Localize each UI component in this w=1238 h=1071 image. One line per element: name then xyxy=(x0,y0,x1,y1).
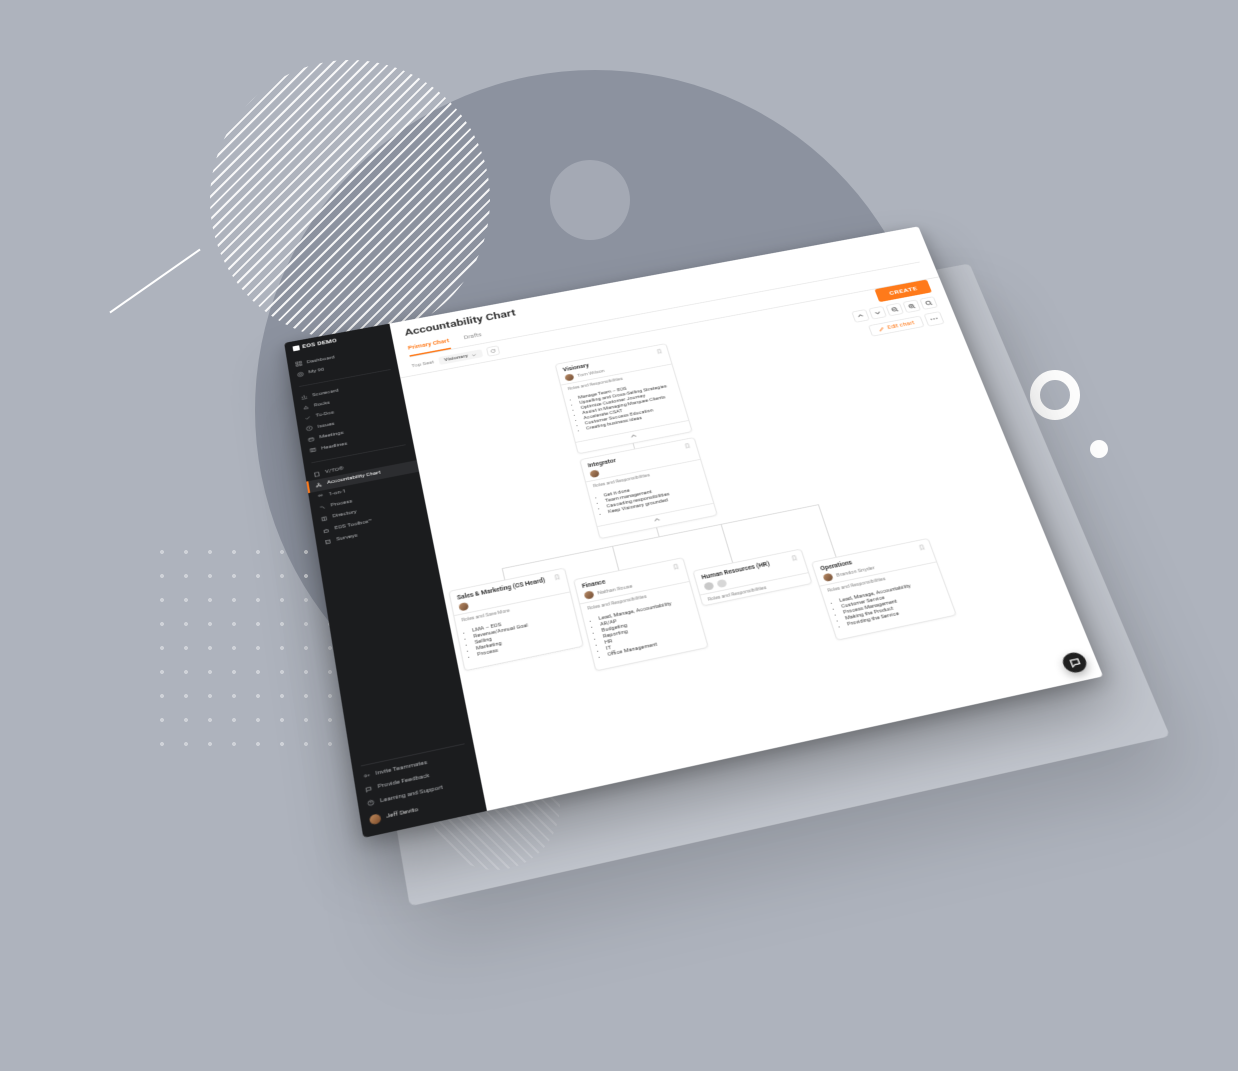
bookmark-icon[interactable] xyxy=(553,574,562,583)
user-name: Jeff Devito xyxy=(386,806,419,821)
collapse-up-button[interactable] xyxy=(851,309,870,323)
avatar xyxy=(703,582,714,591)
avatar xyxy=(589,469,600,478)
more-button[interactable] xyxy=(924,311,945,326)
edit-chart-button[interactable]: Edit chart xyxy=(868,316,924,337)
avatar xyxy=(822,573,833,582)
refresh-icon xyxy=(489,348,497,354)
avatar xyxy=(458,602,469,611)
connector xyxy=(502,568,506,580)
nav-label: My 90 xyxy=(308,367,325,376)
avatar xyxy=(369,813,382,825)
more-icon xyxy=(929,317,939,321)
org-icon xyxy=(315,482,323,489)
book-icon xyxy=(320,515,328,522)
toolbox-icon xyxy=(322,527,330,534)
nav-label: Headlines xyxy=(321,440,348,451)
chevron-up-icon xyxy=(652,516,662,524)
card-hr[interactable]: Human Resources (HR) Roles and Responsib… xyxy=(692,548,812,606)
chevron-down-icon xyxy=(470,352,477,357)
alert-icon xyxy=(306,425,314,431)
zoom-in-button[interactable] xyxy=(902,299,921,313)
bookmark-icon[interactable] xyxy=(655,348,663,356)
chevron-up-icon xyxy=(856,313,865,320)
people-icon xyxy=(317,493,325,500)
edit-label: Edit chart xyxy=(886,320,915,331)
card-visionary[interactable]: Visionary Tom Wilson Roles and Responsib… xyxy=(555,343,693,454)
nav-label: Surveys xyxy=(336,533,358,544)
chat-icon xyxy=(1067,657,1082,669)
card-integrator[interactable]: Integrator Roles and Responsibilities Ge… xyxy=(579,437,718,539)
avatar xyxy=(564,373,574,381)
avatar xyxy=(584,590,595,599)
check-icon xyxy=(304,415,312,421)
chat-fab[interactable] xyxy=(1060,651,1090,675)
chevron-up-icon xyxy=(629,433,638,440)
user-plus-icon xyxy=(362,772,371,780)
pencil-icon xyxy=(878,326,886,332)
refresh-button[interactable] xyxy=(486,345,500,356)
survey-icon xyxy=(324,538,332,545)
connector xyxy=(612,546,619,571)
filter-value: Visionary xyxy=(444,353,469,362)
card-operations[interactable]: Operations Brandon Snyder Roles and Resp… xyxy=(811,538,957,641)
comment-icon xyxy=(364,785,373,793)
zoom-fit-icon xyxy=(924,300,933,307)
calendar-icon xyxy=(307,436,315,443)
decor-ring xyxy=(1030,370,1080,420)
rocks-icon xyxy=(302,404,310,410)
card-sales-marketing[interactable]: Sales & Marketing (CS Heard) Roles and S… xyxy=(448,567,584,671)
zoom-out-icon xyxy=(890,306,899,313)
zoom-fit-button[interactable] xyxy=(919,296,938,310)
connector xyxy=(721,524,734,563)
decor-line xyxy=(109,249,200,314)
decor-dot xyxy=(1090,440,1108,458)
target-icon xyxy=(297,371,305,377)
flow-icon xyxy=(318,504,326,511)
filter-label: Top Seat xyxy=(411,360,434,369)
connector xyxy=(818,504,837,557)
card-finance[interactable]: Finance Nathan Rouse Roles and Responsib… xyxy=(573,557,709,671)
chevron-down-icon xyxy=(873,309,882,316)
doc-icon xyxy=(313,471,321,478)
expand-down-button[interactable] xyxy=(868,306,887,320)
zoom-out-button[interactable] xyxy=(885,303,904,317)
avatar xyxy=(716,579,727,588)
news-icon xyxy=(309,447,317,454)
dashboard-icon xyxy=(295,361,302,367)
zoom-in-icon xyxy=(907,303,916,310)
filter-top-seat[interactable]: Visionary xyxy=(438,349,483,365)
chart-icon xyxy=(300,394,308,400)
help-icon xyxy=(367,799,376,807)
logo-icon xyxy=(293,345,300,351)
